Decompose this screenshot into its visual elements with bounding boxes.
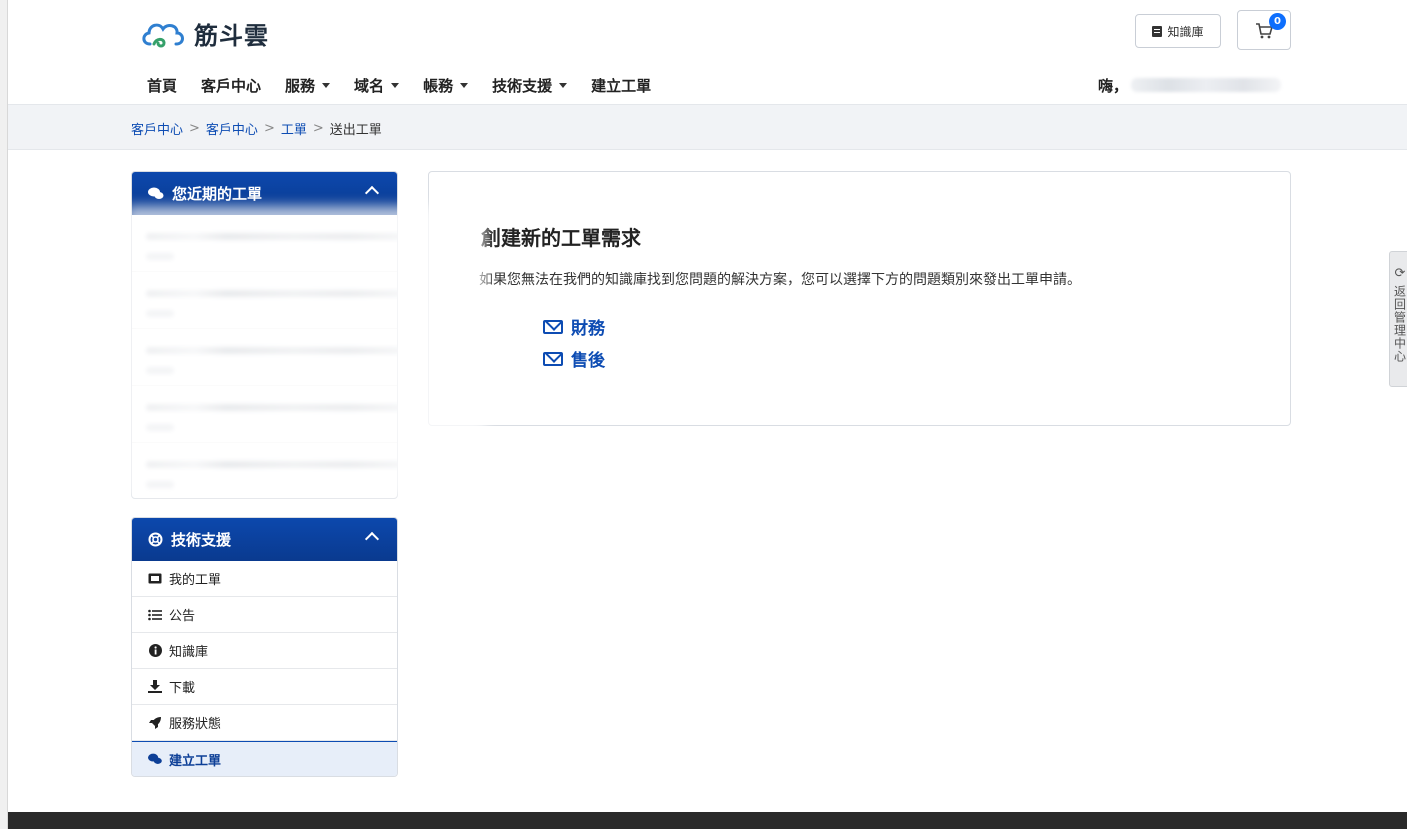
sidebar-item-service-status[interactable]: 服務狀態 (132, 705, 397, 741)
nav-client-area[interactable]: 客戶中心 (201, 75, 261, 96)
support-panel-header[interactable]: 技術支援 (132, 518, 397, 561)
redacted-username[interactable] (1131, 78, 1281, 92)
rocket-icon (148, 716, 162, 730)
sidebar-item-open-ticket[interactable]: 建立工單 (132, 741, 397, 776)
chevron-up-icon[interactable] (364, 185, 380, 201)
brand-name: 筋斗雲 (194, 21, 269, 50)
refresh-icon: ⟳ (1394, 266, 1406, 281)
support-panel-title: 技術支援 (171, 531, 232, 549)
nav-client-area-label: 客戶中心 (201, 77, 262, 95)
nav-domains[interactable]: 域名 (354, 75, 400, 96)
caret-down-icon (559, 83, 568, 88)
knowledgebase-button[interactable]: 知識庫 (1135, 14, 1221, 48)
nav-support[interactable]: 技術支援 (492, 75, 568, 96)
breadcrumb-separator: > (189, 121, 200, 136)
nav-services-label: 服務 (285, 77, 316, 95)
knowledgebase-button-label: 知識庫 (1167, 24, 1204, 39)
back-to-admin-tab[interactable]: ⟳ 返回管理中心 (1389, 251, 1407, 387)
nav-billing[interactable]: 帳務 (423, 75, 469, 96)
book-icon (1152, 25, 1163, 37)
breadcrumb-separator: > (263, 121, 275, 136)
sidebar-item-label: 公告 (169, 609, 196, 624)
download-icon (148, 680, 162, 693)
caret-down-icon (391, 83, 400, 88)
department-label: 售後 (571, 351, 605, 371)
nav-home[interactable]: 首頁 (147, 75, 177, 96)
nav-billing-label: 帳務 (423, 77, 454, 95)
department-label: 財務 (571, 319, 605, 339)
nav-services[interactable]: 服務 (285, 75, 331, 96)
redaction-overlay (126, 206, 486, 498)
comments-icon (148, 187, 164, 200)
cart-count-badge: 0 (1269, 13, 1286, 30)
page-description: 如果您無法在我們的知識庫找到您問題的解決方案，您可以選擇下方的問題類別來發出工單… (479, 272, 1081, 288)
breadcrumb-separator: > (312, 121, 324, 136)
window-edge (0, 0, 8, 829)
page-title: 創建新的工單需求 (481, 226, 641, 250)
breadcrumb: 客戶中心 > 客戶中心 > 工單 > 送出工單 (131, 119, 382, 138)
footer (8, 812, 1407, 829)
caret-down-icon (460, 83, 469, 88)
comments-icon (148, 753, 162, 765)
cart-button[interactable]: 0 (1237, 10, 1291, 50)
cloud-logo-icon (142, 23, 184, 47)
breadcrumb-bar: 客戶中心 > 客戶中心 > 工單 > 送出工單 (8, 104, 1407, 150)
list-icon (148, 609, 162, 621)
nav-open-ticket[interactable]: 建立工單 (591, 75, 651, 96)
user-greeting[interactable]: 嗨， (1098, 75, 1128, 96)
envelope-icon (543, 351, 563, 366)
sidebar-item-label: 服務狀態 (169, 717, 222, 732)
chevron-up-icon[interactable] (364, 531, 380, 547)
main-nav: 首頁 客戶中心 服務 域名 帳務 技術支援 建立工單 (147, 75, 675, 96)
nav-open-ticket-label: 建立工單 (591, 77, 652, 95)
breadcrumb-item[interactable]: 工單 (281, 119, 307, 138)
info-icon (148, 644, 162, 657)
sidebar-item-label: 我的工單 (169, 573, 222, 588)
breadcrumb-item[interactable]: 客戶中心 (206, 119, 258, 138)
sidebar-item-knowledgebase[interactable]: 知識庫 (132, 633, 397, 669)
department-support-link[interactable]: 售後 (543, 346, 605, 371)
envelope-icon (543, 319, 563, 334)
ticket-icon (148, 573, 162, 584)
nav-domains-label: 域名 (354, 77, 385, 95)
department-billing-link[interactable]: 財務 (543, 314, 605, 339)
back-to-admin-label: 返回管理中心 (1392, 285, 1407, 363)
sidebar-item-label: 建立工單 (169, 753, 222, 769)
sidebar-item-label: 知識庫 (169, 645, 209, 660)
logo[interactable]: 筋斗雲 (140, 16, 269, 51)
nav-home-label: 首頁 (147, 77, 178, 95)
sidebar-item-announcements[interactable]: 公告 (132, 597, 397, 633)
breadcrumb-item[interactable]: 客戶中心 (131, 119, 183, 138)
recent-tickets-title: 您近期的工單 (172, 185, 263, 203)
sidebar-item-my-tickets[interactable]: 我的工單 (132, 561, 397, 597)
sidebar-item-downloads[interactable]: 下載 (132, 669, 397, 705)
caret-down-icon (322, 83, 331, 88)
breadcrumb-current: 送出工單 (329, 123, 382, 138)
open-ticket-card: 創建新的工單需求 如果您無法在我們的知識庫找到您問題的解決方案，您可以選擇下方的… (428, 171, 1291, 426)
nav-support-label: 技術支援 (492, 77, 553, 95)
support-panel: 技術支援 我的工單 公告 知識庫 下載 服務狀態 建立工單 (131, 517, 398, 777)
lifebuoy-icon (148, 532, 163, 547)
sidebar-item-label: 下載 (169, 681, 196, 696)
